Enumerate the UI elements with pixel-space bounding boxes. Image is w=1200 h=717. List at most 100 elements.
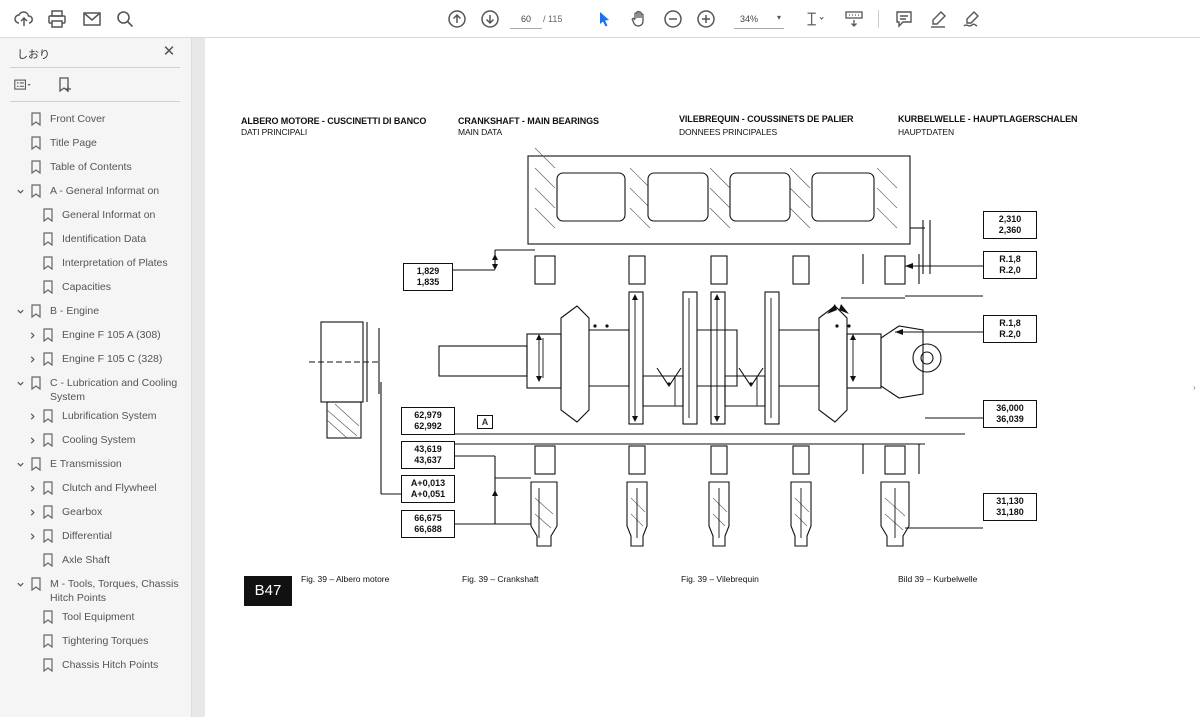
chevron-right-icon[interactable] — [26, 505, 38, 519]
bookmark-item[interactable]: Gearbox — [26, 505, 102, 523]
header-en: CRANKSHAFT - MAIN BEARINGS — [458, 116, 599, 126]
header-fr: VILEBREQUIN - COUSSINETS DE PALIER — [679, 114, 854, 124]
zoom-select[interactable]: 34% ▾ — [734, 9, 784, 29]
subheader-de: HAUPTDATEN — [898, 127, 954, 137]
chevron-down-icon: ▾ — [776, 13, 781, 22]
bookmark-item[interactable]: Tightering Torques — [26, 634, 148, 652]
bookmark-item[interactable]: E Transmission — [14, 457, 122, 475]
chevron-down-icon[interactable] — [14, 457, 26, 471]
highlight-pen-icon[interactable] — [926, 7, 950, 31]
bookmark-add-icon[interactable] — [56, 74, 86, 96]
zoom-out-icon[interactable] — [661, 7, 685, 31]
hand-pan-icon[interactable] — [627, 7, 651, 31]
bookmark-icon — [42, 232, 54, 247]
chevron-down-icon[interactable] — [14, 376, 26, 390]
zoom-in-icon[interactable] — [694, 7, 718, 31]
bookmark-item[interactable]: Differential — [26, 529, 112, 547]
print-icon[interactable] — [45, 7, 69, 31]
chevron-down-icon[interactable] — [14, 577, 26, 591]
bookmark-label: Differential — [62, 530, 112, 542]
bookmark-item[interactable]: Chassis Hitch Points — [26, 658, 158, 676]
bookmark-label: Front Cover — [50, 113, 106, 125]
bookmark-icon — [42, 352, 54, 367]
bookmark-item[interactable]: C - Lubrication and Cooling System — [14, 376, 182, 403]
pdf-viewer: 60 / 115 34% ▾ しおり ✕ Front Cover Title P… — [0, 0, 1200, 717]
bookmark-icon — [30, 376, 42, 391]
dimension-box: 66,675 66,688 — [401, 510, 455, 538]
bookmark-label: Chassis Hitch Points — [62, 659, 159, 671]
close-icon[interactable]: ✕ — [160, 43, 178, 61]
bookmark-item[interactable]: Tool Equipment — [26, 610, 134, 628]
caption-en: Fig. 39 – Crankshaft — [462, 574, 539, 584]
bookmark-label: Engine F 105 A (308) — [62, 329, 161, 341]
comment-icon[interactable] — [892, 7, 916, 31]
select-cursor-icon[interactable] — [592, 7, 616, 31]
bookmark-item[interactable]: Capacities — [26, 280, 111, 298]
bookmark-label: Title Page — [50, 137, 97, 149]
bookmark-item[interactable]: M - Tools, Torques, Chassis Hitch Points — [14, 577, 182, 604]
caption-it: Fig. 39 – Albero motore — [301, 574, 390, 584]
bookmarks-title: しおり — [17, 49, 50, 61]
bookmark-item[interactable]: Clutch and Flywheel — [26, 481, 157, 499]
bookmark-item[interactable]: Identification Data — [26, 232, 146, 250]
chevron-down-icon[interactable] — [14, 304, 26, 318]
chevron-right-icon[interactable] — [26, 352, 38, 366]
bookmark-label: B - Engine — [50, 305, 100, 317]
bookmark-item[interactable]: Title Page — [14, 136, 97, 154]
bookmark-label: General Informat on — [62, 209, 156, 221]
page-down-icon[interactable] — [478, 7, 502, 31]
bookmark-item[interactable]: Interpretation of Plates — [26, 256, 168, 274]
datum-a-label: A — [477, 415, 493, 429]
keyboard-scroll-icon[interactable] — [842, 7, 866, 31]
email-icon[interactable] — [80, 7, 104, 31]
bookmark-options-button[interactable] — [14, 74, 44, 96]
page-up-icon[interactable] — [445, 7, 469, 31]
bookmark-label: C - Lubrication and Cooling System — [50, 377, 178, 403]
page-number-input[interactable]: 60 — [510, 9, 542, 29]
chevron-right-icon[interactable] — [26, 328, 38, 342]
chevron-right-icon[interactable] — [26, 409, 38, 423]
chevron-down-icon[interactable] — [14, 184, 26, 198]
sign-icon[interactable] — [960, 7, 984, 31]
bookmark-icon — [30, 184, 42, 199]
header-it: ALBERO MOTORE - CUSCINETTI DI BANCO — [241, 116, 427, 126]
bookmark-item[interactable]: Axle Shaft — [26, 553, 110, 571]
page-tag: B47 — [244, 576, 292, 606]
chevron-right-icon[interactable] — [26, 481, 38, 495]
bookmark-item[interactable]: General Informat on — [26, 208, 155, 226]
subheader-it: DATI PRINCIPALI — [241, 127, 308, 137]
bookmark-item[interactable]: A - General Informat on — [14, 184, 159, 202]
scroll-right-icon[interactable]: › — [1193, 383, 1196, 392]
bookmark-item[interactable]: Cooling System — [26, 433, 136, 451]
bookmark-icon — [42, 256, 54, 271]
bookmark-item[interactable]: Engine F 105 C (328) — [26, 352, 162, 370]
bookmark-icon — [30, 136, 42, 151]
bookmark-item[interactable]: Engine F 105 A (308) — [26, 328, 161, 346]
bookmark-label: Capacities — [62, 281, 112, 293]
bookmark-icon — [42, 634, 54, 649]
crankshaft-nose — [438, 345, 528, 377]
dimension-box: R.1,8 R.2,0 — [983, 315, 1037, 343]
bookmark-item[interactable]: Front Cover — [14, 112, 105, 130]
toolbar-divider — [878, 10, 879, 28]
bookmark-icon — [30, 577, 42, 592]
bookmark-label: Gearbox — [62, 506, 103, 518]
bookmark-item[interactable]: Lubrification System — [26, 409, 157, 427]
bookmark-icon — [30, 457, 42, 472]
dimension-box: A+0,013 A+0,051 — [401, 475, 455, 503]
fit-page-icon[interactable] — [801, 7, 829, 31]
chevron-right-icon[interactable] — [26, 529, 38, 543]
upload-cloud-icon[interactable] — [12, 7, 36, 31]
search-icon[interactable] — [113, 7, 137, 31]
bookmark-item[interactable]: B - Engine — [14, 304, 99, 322]
bookmark-label: Identification Data — [62, 233, 147, 245]
chevron-right-icon[interactable] — [26, 433, 38, 447]
bookmark-item[interactable]: Table of Contents — [14, 160, 132, 178]
bookmark-label: A - General Informat on — [50, 185, 160, 197]
